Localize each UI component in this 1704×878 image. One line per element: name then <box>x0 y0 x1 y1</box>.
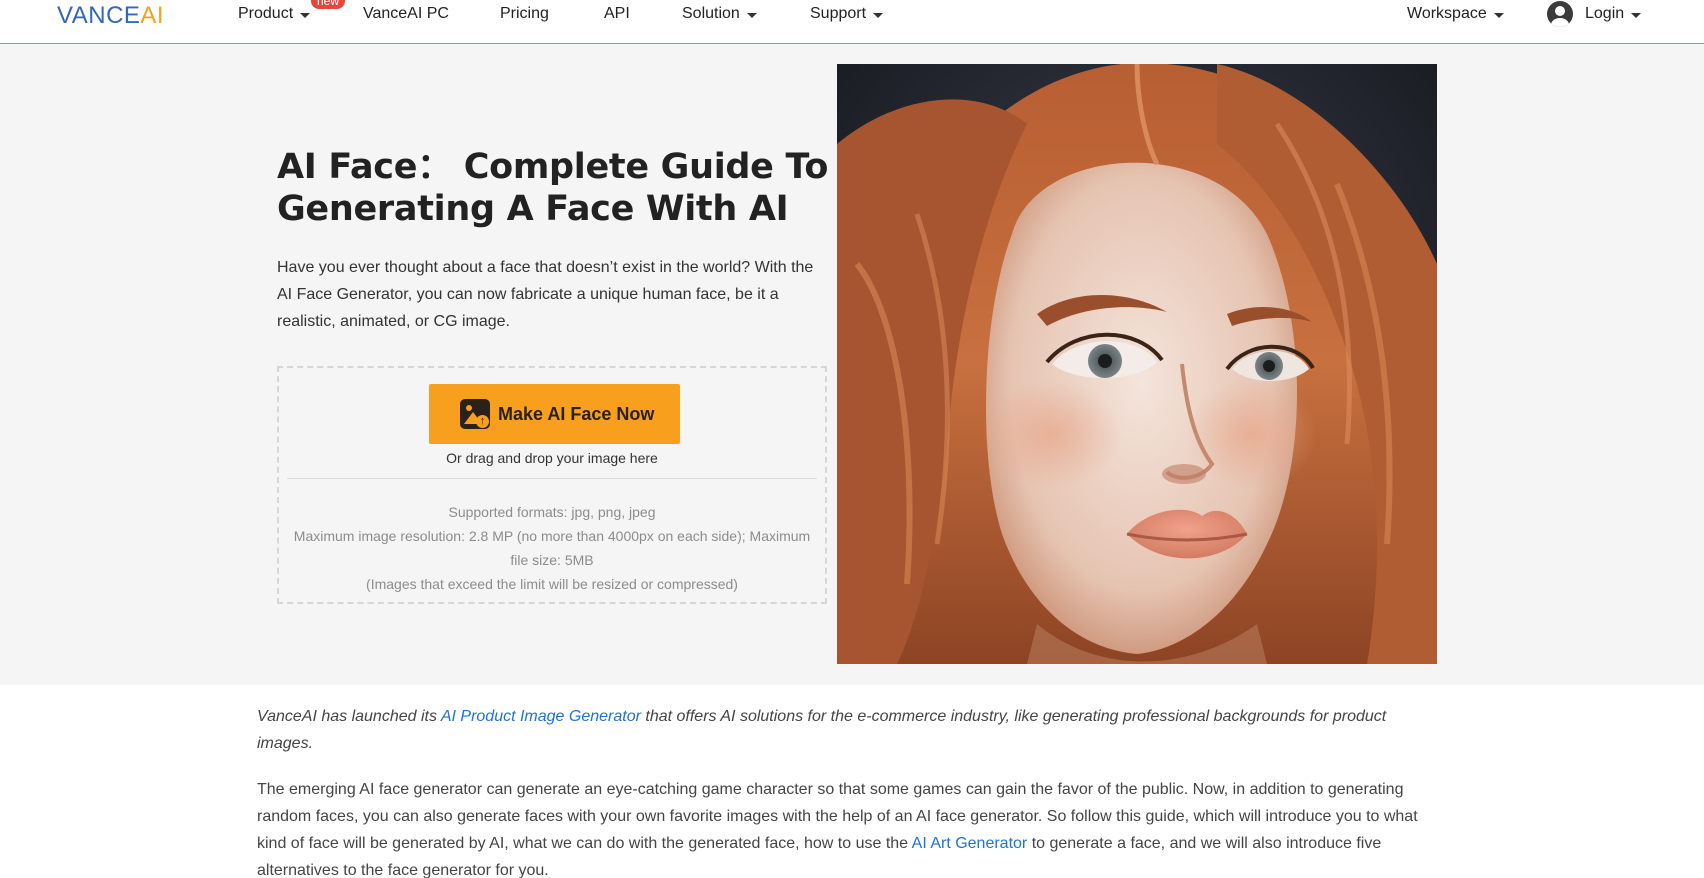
image-upload-icon: ↑ <box>460 399 490 429</box>
nav-vanceai-pc-label: VanceAI PC <box>363 5 449 22</box>
page-title: AI Face： Complete Guide To Generating A … <box>277 147 829 229</box>
nav-api[interactable]: API <box>604 5 630 23</box>
nav-login[interactable]: Login <box>1585 5 1642 23</box>
nav-support-label: Support <box>810 5 867 22</box>
intro-paragraph: VanceAI has launched its AI Product Imag… <box>257 708 1387 752</box>
nav-support[interactable]: Support <box>810 5 884 23</box>
body-paragraph: The emerging AI face generator can gener… <box>257 781 1418 878</box>
ai-product-image-generator-link[interactable]: AI Product Image Generator <box>441 708 641 725</box>
nav-workspace[interactable]: Workspace <box>1407 5 1504 23</box>
new-badge: new <box>311 0 346 9</box>
upload-dropzone[interactable]: ↑ Make AI Face Now Or drag and drop your… <box>277 366 827 604</box>
hero-section: AI Face： Complete Guide To Generating A … <box>0 44 1704 685</box>
divider <box>287 478 817 479</box>
nav-pricing-label: Pricing <box>500 5 549 22</box>
caret-down-icon <box>873 12 884 18</box>
nav-workspace-label: Workspace <box>1407 5 1487 22</box>
nav-solution-label: Solution <box>682 5 740 22</box>
nav-login-label: Login <box>1585 5 1625 22</box>
top-navbar: VANCEAI Product new VanceAI PC Pricing A… <box>0 0 1704 44</box>
supported-formats: Supported formats: jpg, png, jpeg <box>448 504 656 520</box>
nav-solution[interactable]: Solution <box>682 5 757 23</box>
limit-note: (Images that exceed the limit will be re… <box>366 576 738 592</box>
hero-description: Have you ever thought about a face that … <box>277 259 814 330</box>
nav-pricing[interactable]: Pricing <box>500 5 549 23</box>
caret-down-icon <box>746 12 757 18</box>
user-circle-icon[interactable] <box>1547 1 1573 27</box>
vanceai-logo[interactable]: VANCEAI <box>57 2 164 30</box>
nav-vanceai-pc[interactable]: VanceAI PC <box>363 5 449 23</box>
nav-product-label: Product <box>238 5 294 22</box>
article-content: VanceAI has launched its AI Product Imag… <box>257 703 1437 878</box>
make-ai-face-button[interactable]: ↑ Make AI Face Now <box>429 384 680 444</box>
ai-art-generator-link[interactable]: AI Art Generator <box>912 835 1028 852</box>
ai-face-portrait-image <box>837 64 1437 664</box>
caret-down-icon <box>1631 12 1642 18</box>
caret-down-icon <box>300 12 311 18</box>
nav-product[interactable]: Product <box>238 5 311 23</box>
make-ai-face-label: Make AI Face Now <box>498 403 655 424</box>
caret-down-icon <box>1493 12 1504 18</box>
max-resolution: Maximum image resolution: 2.8 MP (no mor… <box>293 528 811 568</box>
upload-requirements: Supported formats: jpg, png, jpeg Maximu… <box>287 500 817 596</box>
drag-drop-hint: Or drag and drop your image here <box>446 450 658 466</box>
nav-api-label: API <box>604 5 630 22</box>
